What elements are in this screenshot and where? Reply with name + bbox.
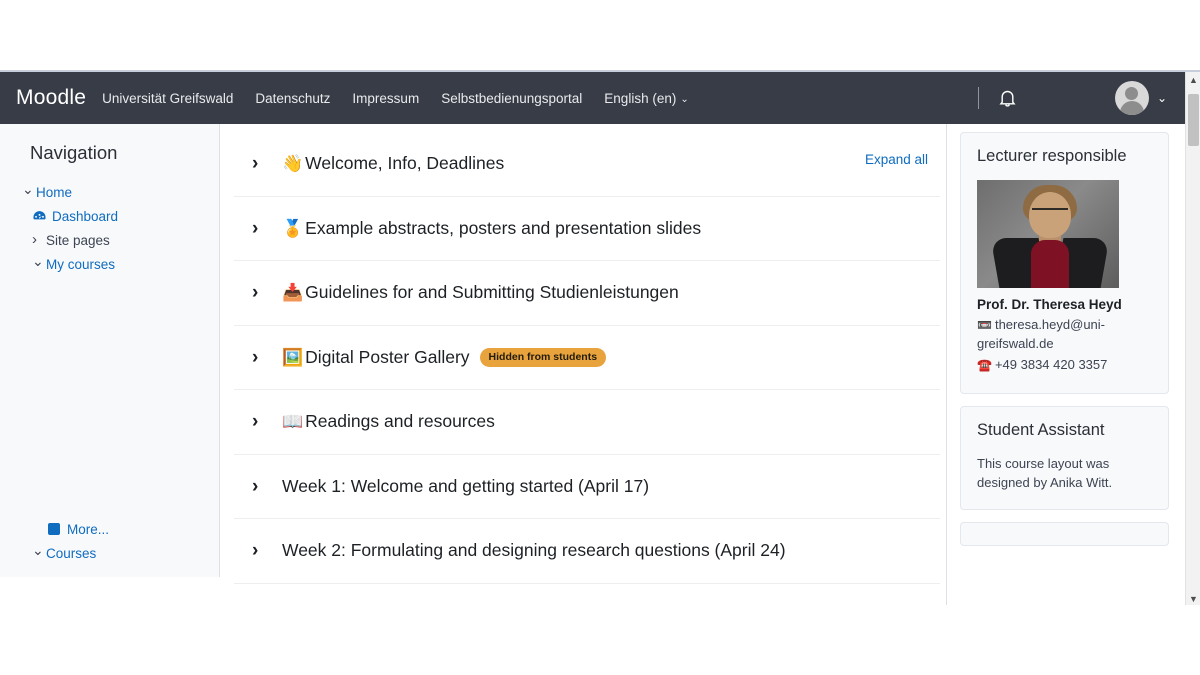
section-title[interactable]: Digital Poster Gallery [305, 347, 469, 368]
inbox-tray-icon: 📥 [282, 284, 303, 301]
dashboard-speedometer-icon [32, 209, 47, 224]
block-student-assistant: Student Assistant This course layout was… [960, 406, 1169, 510]
course-section-row[interactable]: › 🏅 Example abstracts, posters and prese… [234, 197, 940, 262]
sidebar-item-my-courses[interactable]: My courses [22, 252, 219, 276]
lecturer-name: Prof. Dr. Theresa Heyd [977, 297, 1152, 312]
avatar[interactable] [1115, 81, 1149, 115]
page-columns: Navigation Home [0, 124, 1185, 605]
navigation-tree: Home Dashboard [0, 180, 219, 276]
lecturer-email[interactable]: theresa.heyd@uni-greifswald.de [977, 317, 1105, 351]
navbar-right: ⌄ [978, 81, 1185, 115]
chevron-right-icon[interactable]: › [252, 541, 282, 560]
course-content: Expand all › 👋 Welcome, Info, Deadlines … [234, 124, 940, 605]
chevron-right-icon[interactable]: › [252, 412, 282, 431]
scroll-up-arrow-icon[interactable]: ▲ [1186, 72, 1200, 88]
section-title[interactable]: Readings and resources [305, 411, 495, 432]
avatar-body [1120, 101, 1144, 115]
nav-link-label: Selbstbedienungsportal [441, 91, 582, 106]
square-icon [48, 523, 60, 535]
chevron-right-icon[interactable]: › [252, 154, 282, 173]
course-section-row[interactable]: › 📥 Guidelines for and Submitting Studie… [234, 261, 940, 326]
sidebar-item-label: Courses [46, 546, 96, 561]
notifications-bell-icon[interactable] [997, 87, 1019, 109]
block-body: This course layout was designed by Anika… [977, 454, 1152, 493]
navigation-drawer: Navigation Home [0, 124, 220, 577]
nav-link-label: Universität Greifswald [102, 91, 233, 106]
block-title: Student Assistant [977, 421, 1152, 440]
block-partial [960, 522, 1169, 546]
navigation-heading: Navigation [0, 142, 219, 164]
email-icon: 📼 [977, 318, 992, 332]
framed-picture-icon: 🖼️ [282, 349, 303, 366]
chevron-right-icon[interactable] [32, 232, 46, 249]
sidebar-item-label: More... [67, 522, 109, 537]
nav-link-datenschutz[interactable]: Datenschutz [255, 91, 330, 106]
sidebar-item-home[interactable]: Home [22, 180, 219, 204]
section-title[interactable]: Welcome, Info, Deadlines [305, 153, 504, 174]
navbar-links: Universität Greifswald Datenschutz Impre… [102, 91, 978, 106]
browser-viewport: Moodle Universität Greifswald Datenschut… [0, 70, 1200, 605]
sidebar-item-label: My courses [46, 257, 115, 272]
course-section-row[interactable]: › Week 2: Formulating and designing rese… [234, 519, 940, 584]
language-menu[interactable]: English (en) ⌄ [604, 91, 688, 106]
sidebar-item-label: Site pages [46, 233, 110, 248]
medal-icon: 🏅 [282, 220, 303, 237]
chevron-down-icon[interactable] [32, 545, 46, 562]
nav-link-label: Datenschutz [255, 91, 330, 106]
waving-hand-icon: 👋 [282, 155, 303, 172]
course-section-row[interactable]: › 👋 Welcome, Info, Deadlines [234, 132, 940, 197]
status-badge: Hidden from students [480, 348, 607, 367]
nav-link-impressum[interactable]: Impressum [352, 91, 419, 106]
chevron-right-icon[interactable]: › [252, 219, 282, 238]
lecturer-phone-row: ☎️+49 3834 420 3357 [977, 356, 1152, 375]
nav-link-selbstbedienungsportal[interactable]: Selbstbedienungsportal [441, 91, 582, 106]
block-lecturer-responsible: Lecturer responsible Prof. Dr. Theresa H… [960, 132, 1169, 394]
chevron-down-icon[interactable] [22, 184, 36, 201]
open-book-icon: 📖 [282, 413, 303, 430]
course-section-row[interactable]: › 📖 Readings and resources [234, 390, 940, 455]
sidebar-item-label: Dashboard [52, 209, 118, 224]
user-menu-chevron-down-icon[interactable]: ⌄ [1157, 91, 1167, 105]
block-title: Lecturer responsible [977, 147, 1152, 166]
navigation-tree-bottom: More... Courses [22, 517, 212, 565]
sidebar-item-label: Home [36, 185, 72, 200]
page-scrollbar[interactable]: ▲ ▼ [1185, 72, 1200, 605]
navbar-divider [978, 87, 979, 109]
avatar-head [1125, 87, 1138, 100]
scrollbar-thumb[interactable] [1188, 94, 1199, 146]
section-title[interactable]: Week 2: Formulating and designing resear… [282, 540, 786, 561]
moodle-course-page: Moodle Universität Greifswald Datenschut… [0, 0, 1200, 675]
chevron-right-icon[interactable]: › [252, 477, 282, 496]
chevron-right-icon[interactable]: › [252, 348, 282, 367]
section-title[interactable]: Example abstracts, posters and presentat… [305, 218, 701, 239]
nav-link-label: Impressum [352, 91, 419, 106]
expand-all-link[interactable]: Expand all [865, 152, 928, 167]
lecturer-email-row: 📼theresa.heyd@uni-greifswald.de [977, 316, 1152, 354]
lecturer-photo [977, 180, 1119, 288]
sidebar-item-courses[interactable]: Courses [22, 541, 212, 565]
sidebar-item-dashboard[interactable]: Dashboard [22, 204, 219, 228]
language-menu-label: English (en) [604, 91, 676, 106]
telephone-icon: ☎️ [977, 358, 992, 372]
scroll-down-arrow-icon[interactable]: ▼ [1186, 591, 1200, 605]
block-region: Lecturer responsible Prof. Dr. Theresa H… [946, 124, 1185, 605]
top-navbar: Moodle Universität Greifswald Datenschut… [0, 72, 1185, 124]
sidebar-item-more[interactable]: More... [22, 517, 212, 541]
nav-link-universitaet-greifswald[interactable]: Universität Greifswald [102, 91, 233, 106]
course-section-row[interactable]: › Week 1: Welcome and getting started (A… [234, 455, 940, 520]
course-section-row[interactable]: › 🖼️ Digital Poster Gallery Hidden from … [234, 326, 940, 391]
chevron-right-icon[interactable]: › [252, 283, 282, 302]
section-title[interactable]: Guidelines for and Submitting Studienlei… [305, 282, 679, 303]
photo-shape [1031, 240, 1069, 288]
chevron-down-icon[interactable] [32, 256, 46, 273]
section-title[interactable]: Week 1: Welcome and getting started (Apr… [282, 476, 649, 497]
lecturer-phone: +49 3834 420 3357 [995, 357, 1107, 372]
moodle-logo[interactable]: Moodle [16, 86, 86, 110]
sidebar-item-site-pages[interactable]: Site pages [22, 228, 219, 252]
photo-shape [1032, 208, 1068, 216]
chevron-down-icon: ⌄ [680, 94, 688, 105]
